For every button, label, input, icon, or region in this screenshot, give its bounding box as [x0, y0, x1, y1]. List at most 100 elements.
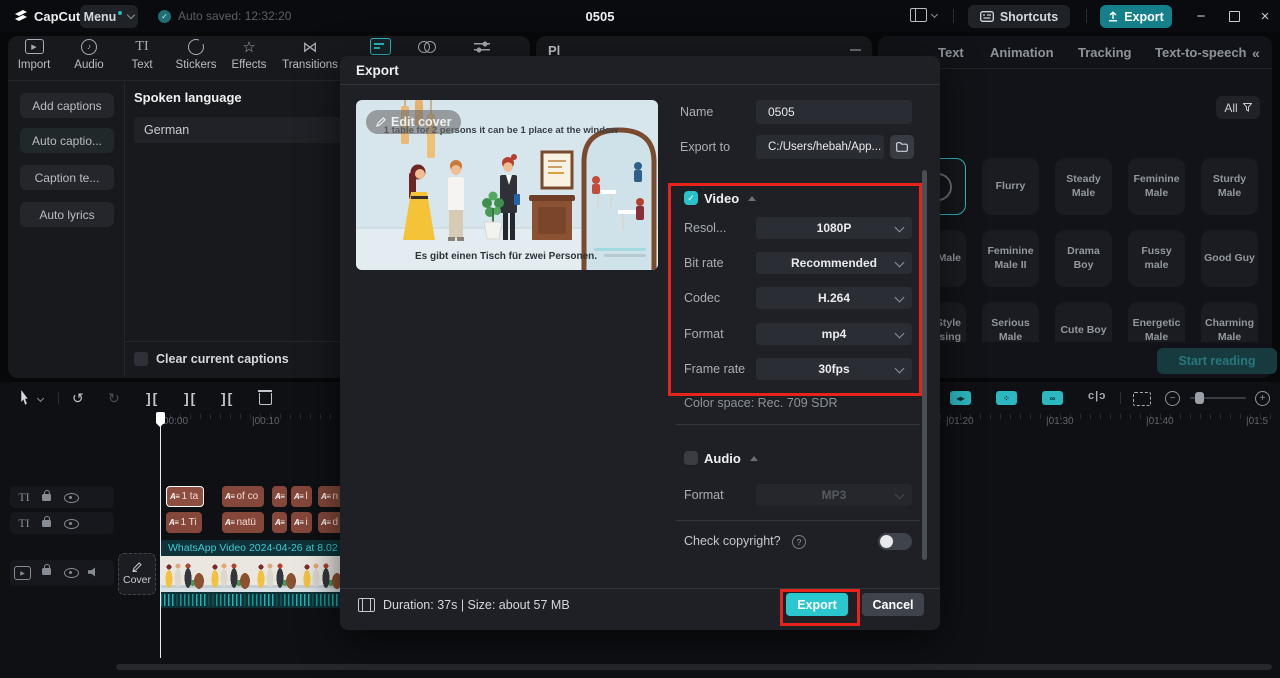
effects-icon: ☆ [242, 38, 256, 56]
preview-frame-icon[interactable] [1133, 392, 1151, 406]
playhead-line[interactable] [159, 412, 161, 658]
caption-segment[interactable]: l [291, 486, 312, 507]
caption-icon [321, 517, 330, 528]
video-track-icon: ▶ [14, 566, 31, 580]
titlebar-export-button[interactable]: Export [1100, 5, 1172, 28]
eye-icon[interactable] [64, 568, 79, 578]
toolbar-transitions[interactable]: ⋈ Transitions [282, 38, 338, 72]
help-icon[interactable]: ? [792, 535, 806, 549]
collapse-panel-icon[interactable]: « [1252, 45, 1260, 61]
horizontal-scrollbar[interactable] [116, 664, 1272, 670]
caption-icon [275, 491, 284, 502]
delete-icon[interactable] [257, 390, 272, 405]
cancel-button[interactable]: Cancel [862, 593, 924, 616]
toolbar-import[interactable]: ▶ Import [7, 38, 61, 71]
lock-icon[interactable] [42, 563, 51, 575]
name-label: Name [680, 105, 714, 119]
delete-left-icon[interactable]: ][ [184, 390, 197, 406]
tab-animation[interactable]: Animation [990, 45, 1054, 60]
caption-segment[interactable]: natü [222, 512, 264, 533]
dialog-scrollbar[interactable] [922, 170, 927, 560]
voice-filter-button[interactable]: All [1216, 96, 1260, 119]
ruler-label: 00:00 [163, 416, 189, 427]
maximize-button[interactable] [1221, 4, 1247, 28]
eye-icon[interactable] [64, 519, 79, 529]
voice-tile[interactable]: Feminine Male [1128, 158, 1185, 215]
menu-notification-dot [118, 10, 123, 15]
redo-icon[interactable]: ↻ [108, 390, 120, 407]
split-icon[interactable]: ][ [146, 390, 159, 406]
collapse-caret-icon[interactable] [750, 456, 758, 461]
toolbar-captions[interactable] [353, 38, 407, 55]
ruler-label: |00:10 [252, 416, 280, 427]
sidebar-item-auto-captions[interactable]: Auto captio... [20, 128, 114, 153]
voice-tile[interactable]: Flurry [982, 158, 1039, 215]
slider-handle[interactable] [1195, 392, 1204, 404]
ruler-label: |01:20 [946, 416, 974, 427]
tab-text[interactable]: Text [938, 45, 964, 60]
toolbar-text[interactable]: TI Text [115, 38, 169, 72]
zoom-in-icon[interactable]: + [1255, 391, 1270, 406]
voice-tile[interactable]: Drama Boy [1055, 230, 1112, 287]
name-input[interactable]: 0505 [756, 100, 912, 124]
text-track-icon: TI [18, 516, 30, 530]
sidebar-item-auto-lyrics[interactable]: Auto lyrics [20, 202, 114, 227]
delete-right-icon[interactable]: ][ [221, 390, 234, 406]
tab-text-to-speech[interactable]: Text-to-speech [1155, 45, 1247, 60]
speaker-icon[interactable] [88, 567, 98, 577]
split-view-icon[interactable]: c|ɔ [1088, 390, 1106, 402]
folder-icon [896, 142, 908, 152]
caption-segment[interactable] [272, 486, 287, 507]
eye-icon[interactable] [64, 493, 79, 503]
film-icon [358, 598, 375, 612]
shortcuts-button[interactable]: Shortcuts [968, 5, 1070, 28]
caption-segment[interactable] [272, 512, 287, 533]
chevron-down-icon [930, 10, 939, 18]
sidebar-item-add-captions[interactable]: Add captions [20, 93, 114, 118]
toolbar-effects[interactable]: ☆ Effects [222, 38, 276, 72]
voice-tile[interactable]: Steady Male [1055, 158, 1112, 215]
caption-segment[interactable]: of co [222, 486, 264, 507]
zoom-out-icon[interactable]: − [1165, 391, 1180, 406]
caption-segment[interactable]: i [291, 512, 312, 533]
caption-segment[interactable]: 1 Ti [166, 512, 202, 533]
export-path-input[interactable]: C:/Users/hebah/App... [756, 135, 884, 159]
toolbar-filters[interactable] [400, 38, 454, 55]
audio-checkbox[interactable] [684, 451, 698, 465]
filters-icon [417, 39, 437, 54]
lock-icon[interactable] [42, 489, 51, 501]
undo-icon[interactable]: ↺ [72, 390, 84, 407]
auto-snap-icon[interactable]: ⁘ [996, 391, 1017, 405]
close-button[interactable]: × [1252, 4, 1278, 28]
browse-folder-button[interactable] [890, 135, 914, 159]
main-track-magnet-icon[interactable]: ◂▸ [950, 391, 971, 405]
cover-button[interactable]: Cover [118, 553, 156, 595]
toolbar-adjust[interactable] [455, 38, 509, 55]
copyright-toggle[interactable] [878, 533, 912, 550]
voice-tile[interactable]: Sturdy Male [1201, 158, 1258, 215]
toolbar-audio[interactable]: ♪ Audio [62, 38, 116, 71]
caption-segment[interactable]: 1 ta [166, 486, 204, 507]
toolbar-stickers[interactable]: Stickers [169, 37, 223, 71]
start-reading-button[interactable]: Start reading [1157, 348, 1277, 374]
voice-tile[interactable]: Good Guy [1201, 230, 1258, 287]
layout-button[interactable] [910, 8, 939, 22]
edit-cover-button[interactable]: Edit cover [366, 110, 462, 134]
lock-icon[interactable] [42, 515, 51, 527]
menu-button[interactable]: Menu [80, 5, 138, 28]
tab-tracking[interactable]: Tracking [1078, 45, 1131, 60]
timeline-zoom-slider[interactable] [1190, 392, 1246, 404]
clear-captions-row: Clear current captions [134, 352, 289, 366]
player-collapse-icon[interactable] [850, 49, 861, 51]
voice-tile[interactable]: Feminine Male II [982, 230, 1039, 287]
sidebar-item-caption-templates[interactable]: Caption te... [20, 165, 114, 190]
voice-tile[interactable]: Fussy male [1128, 230, 1185, 287]
caption-icon [225, 491, 234, 502]
playhead-handle[interactable] [156, 412, 165, 427]
divider [676, 520, 920, 521]
link-clips-icon[interactable]: ∞ [1042, 391, 1063, 405]
minimize-button[interactable]: − [1188, 4, 1214, 28]
audio-format-select[interactable]: MP3 [756, 484, 912, 506]
filter-funnel-icon [1242, 103, 1252, 112]
clear-captions-checkbox[interactable] [134, 352, 148, 366]
